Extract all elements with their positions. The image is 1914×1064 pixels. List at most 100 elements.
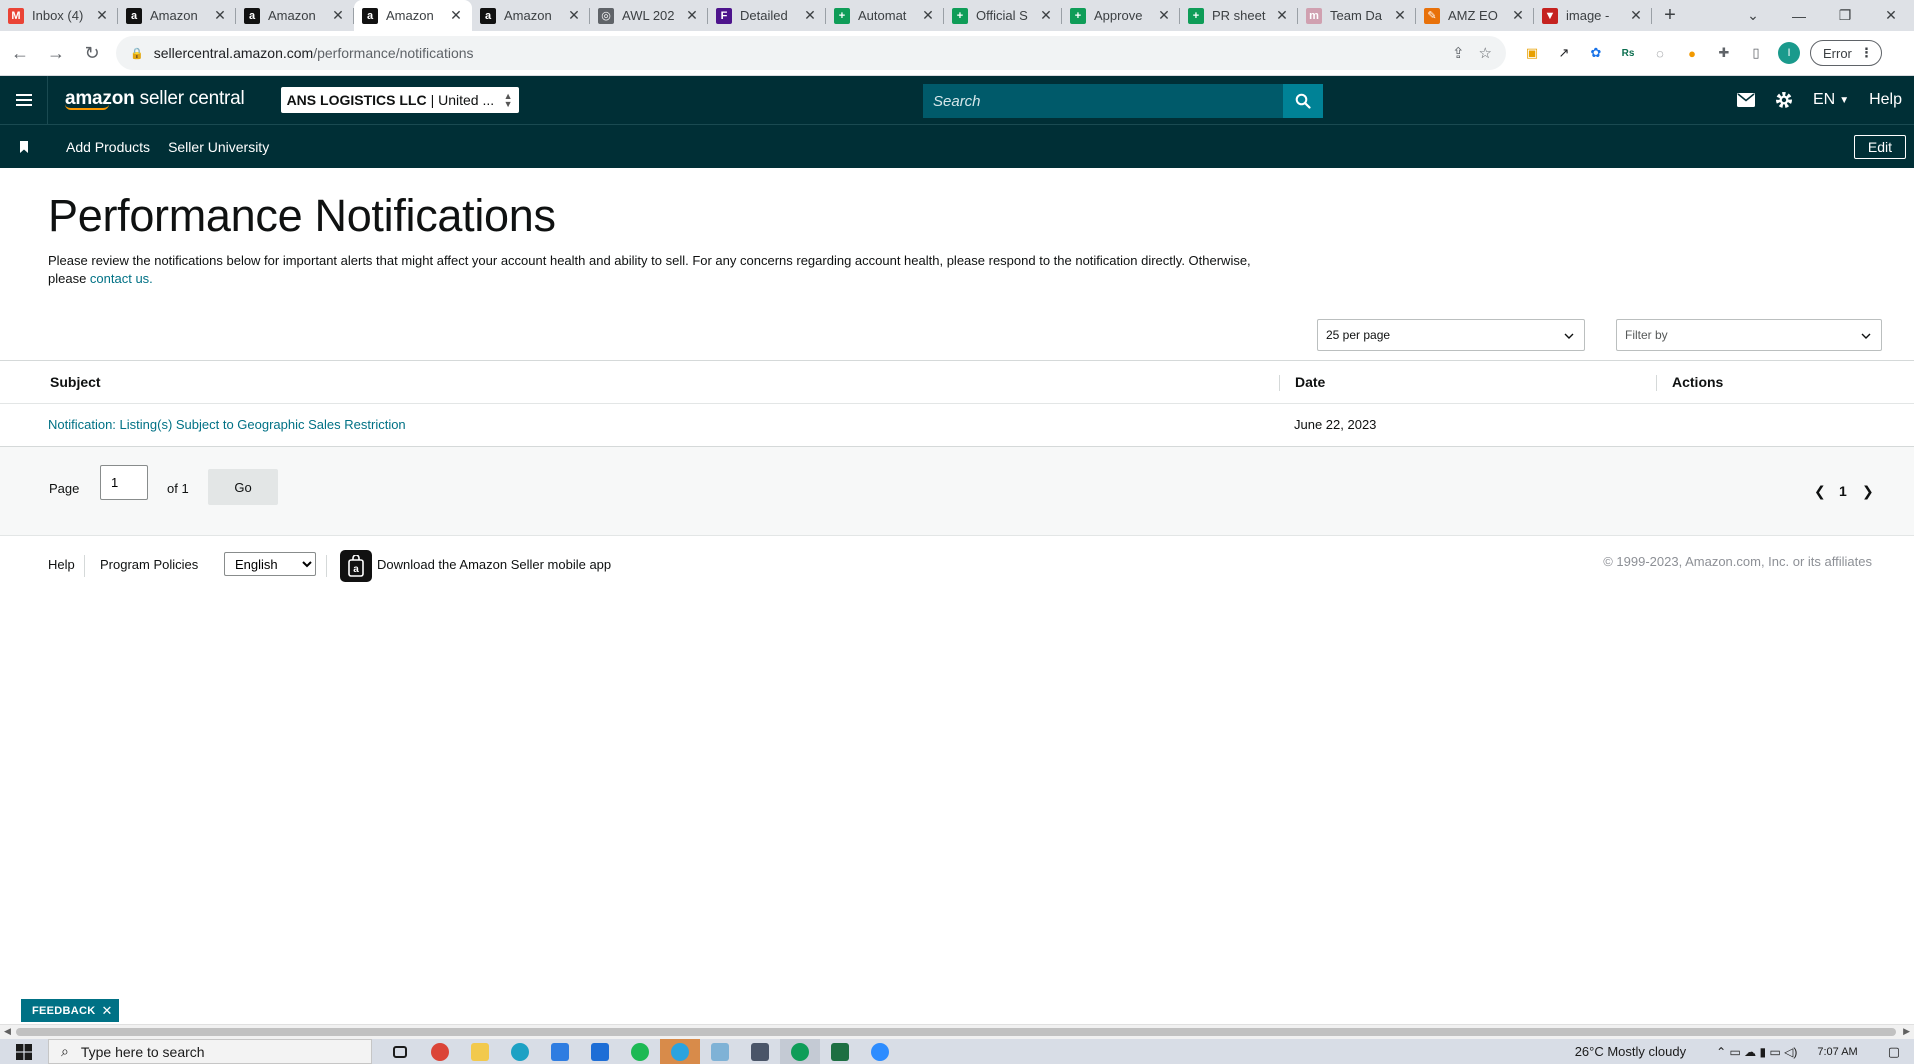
tab-close-icon[interactable]: ✕ [448, 7, 464, 24]
restore-button[interactable]: ❐ [1822, 0, 1868, 31]
browser-tab[interactable]: ◎ AWL 202 ✕ [590, 0, 708, 31]
search-button[interactable] [1283, 84, 1323, 118]
task-view-icon[interactable] [380, 1039, 420, 1064]
minimize-button[interactable]: — [1776, 0, 1822, 31]
profile-avatar[interactable]: I [1778, 42, 1800, 64]
calculator-icon[interactable] [740, 1039, 780, 1064]
browser-tab[interactable]: a Amazon ✕ [354, 0, 472, 31]
header-help-link[interactable]: Help [1869, 91, 1902, 109]
telegram-icon[interactable] [660, 1039, 700, 1064]
extension-icon[interactable]: ▣ [1520, 41, 1544, 65]
notification-subject-link[interactable]: Notification: Listing(s) Subject to Geog… [48, 417, 406, 432]
new-tab-button[interactable]: + [1652, 0, 1688, 31]
extensions-puzzle-icon[interactable]: ✚ [1712, 41, 1736, 65]
scrollbar-thumb[interactable] [16, 1028, 1896, 1036]
go-button[interactable]: Go [208, 469, 278, 505]
excel-icon[interactable] [820, 1039, 860, 1064]
current-page-number[interactable]: 1 [1839, 483, 1847, 499]
language-selector[interactable]: EN ▼ [1813, 91, 1849, 109]
tab-close-icon[interactable]: ✕ [94, 7, 110, 24]
mail-icon[interactable] [1736, 93, 1755, 107]
browser-tab[interactable]: ✎ AMZ EO ✕ [1416, 0, 1534, 31]
browser-tab[interactable]: ▼ image - ✕ [1534, 0, 1652, 31]
footer-program-policies-link[interactable]: Program Policies [100, 557, 198, 572]
footer-language-select[interactable]: English [224, 552, 316, 576]
browser-tab[interactable]: a Amazon ✕ [236, 0, 354, 31]
extension-icon[interactable]: ◌ [1648, 41, 1672, 65]
spotify-icon[interactable] [620, 1039, 660, 1064]
address-bar[interactable]: 🔒 sellercentral.amazon.com/performance/n… [116, 36, 1506, 70]
browser-tab[interactable]: a Amazon ✕ [118, 0, 236, 31]
tab-close-icon[interactable]: ✕ [566, 7, 582, 24]
close-icon[interactable]: ✕ [102, 1003, 113, 1019]
tray-icons[interactable]: ⌃ ▭ ☁ ▮ ▭ ◁) [1716, 1045, 1797, 1059]
extension-icon[interactable]: ✿ [1584, 41, 1608, 65]
mail-app-icon[interactable] [580, 1039, 620, 1064]
tab-close-icon[interactable]: ✕ [802, 7, 818, 24]
chrome-active-icon[interactable] [780, 1039, 820, 1064]
browser-tab[interactable]: m Team Da ✕ [1298, 0, 1416, 31]
browser-tab[interactable]: + Approve ✕ [1062, 0, 1180, 31]
reload-button[interactable]: ↻ [76, 37, 108, 69]
browser-tab[interactable]: F Detailed ✕ [708, 0, 826, 31]
tab-close-icon[interactable]: ✕ [1628, 7, 1644, 24]
clock[interactable]: 7:07 AM [1817, 1046, 1857, 1058]
tab-close-icon[interactable]: ✕ [330, 7, 346, 24]
browser-tab[interactable]: a Amazon ✕ [472, 0, 590, 31]
column-date[interactable]: Date [1295, 374, 1325, 390]
chevron-right-icon[interactable]: ❯ [1862, 483, 1874, 500]
side-panel-icon[interactable]: ▯ [1744, 41, 1768, 65]
bookmark-icon[interactable] [0, 140, 48, 153]
store-icon[interactable] [540, 1039, 580, 1064]
menu-icon[interactable] [0, 76, 48, 124]
edge-icon[interactable] [500, 1039, 540, 1064]
browser-tab[interactable]: + Automat ✕ [826, 0, 944, 31]
chrome-icon[interactable] [420, 1039, 460, 1064]
notepad-icon[interactable] [700, 1039, 740, 1064]
contact-us-link[interactable]: contact us. [90, 271, 153, 286]
nav-add-products[interactable]: Add Products [66, 139, 150, 155]
per-page-select[interactable]: 25 per page [1317, 319, 1585, 351]
edit-bookmarks-button[interactable]: Edit [1853, 135, 1906, 159]
nav-seller-university[interactable]: Seller University [168, 139, 269, 155]
close-window-button[interactable]: ✕ [1868, 0, 1914, 31]
zoom-icon[interactable] [860, 1039, 900, 1064]
extension-icon[interactable]: ↗ [1552, 41, 1576, 65]
filter-by-select[interactable]: Filter by [1616, 319, 1882, 351]
chevron-left-icon[interactable]: ❮ [1814, 483, 1826, 500]
feedback-button[interactable]: FEEDBACK ✕ [21, 999, 119, 1022]
forward-button[interactable]: → [40, 37, 72, 69]
taskbar-search[interactable]: ⌕ Type here to search [48, 1039, 372, 1064]
amazon-app-icon[interactable]: a [340, 550, 372, 582]
browser-tab[interactable]: + PR sheet ✕ [1180, 0, 1298, 31]
bookmark-star-icon[interactable]: ☆ [1479, 44, 1492, 62]
seller-central-logo[interactable]: amazon seller central [65, 89, 245, 110]
tab-close-icon[interactable]: ✕ [1510, 7, 1526, 24]
settings-gear-icon[interactable] [1775, 91, 1793, 109]
scroll-left-arrow-icon[interactable]: ◀ [4, 1026, 11, 1037]
file-explorer-icon[interactable] [460, 1039, 500, 1064]
windows-start-icon[interactable] [0, 1039, 48, 1064]
weather-widget[interactable]: 26°C Mostly cloudy [1575, 1044, 1686, 1059]
tab-close-icon[interactable]: ✕ [1274, 7, 1290, 24]
tab-close-icon[interactable]: ✕ [920, 7, 936, 24]
tab-close-icon[interactable]: ✕ [1156, 7, 1172, 24]
account-switcher[interactable]: ANS LOGISTICS LLC | United ... ▲ ▼ [280, 87, 519, 113]
extension-icon[interactable]: Rs [1616, 41, 1640, 65]
tab-close-icon[interactable]: ✕ [212, 7, 228, 24]
tab-close-icon[interactable]: ✕ [1038, 7, 1054, 24]
browser-error-button[interactable]: Error ⋮ [1810, 40, 1882, 66]
tab-close-icon[interactable]: ✕ [684, 7, 700, 24]
header-search-input[interactable] [923, 84, 1283, 118]
share-icon[interactable]: ⇪ [1452, 44, 1465, 62]
footer-help-link[interactable]: Help [48, 557, 75, 572]
notification-center-icon[interactable]: ▢ [1888, 1044, 1900, 1060]
tab-search-icon[interactable]: ⌄ [1730, 0, 1776, 31]
download-app-link[interactable]: Download the Amazon Seller mobile app [377, 557, 611, 572]
browser-tab[interactable]: + Official S ✕ [944, 0, 1062, 31]
horizontal-scrollbar[interactable]: ◀ ▶ [0, 1024, 1914, 1039]
tab-close-icon[interactable]: ✕ [1392, 7, 1408, 24]
page-number-input[interactable] [100, 465, 148, 500]
browser-tab[interactable]: M Inbox (4) ✕ [0, 0, 118, 31]
back-button[interactable]: ← [4, 37, 36, 69]
